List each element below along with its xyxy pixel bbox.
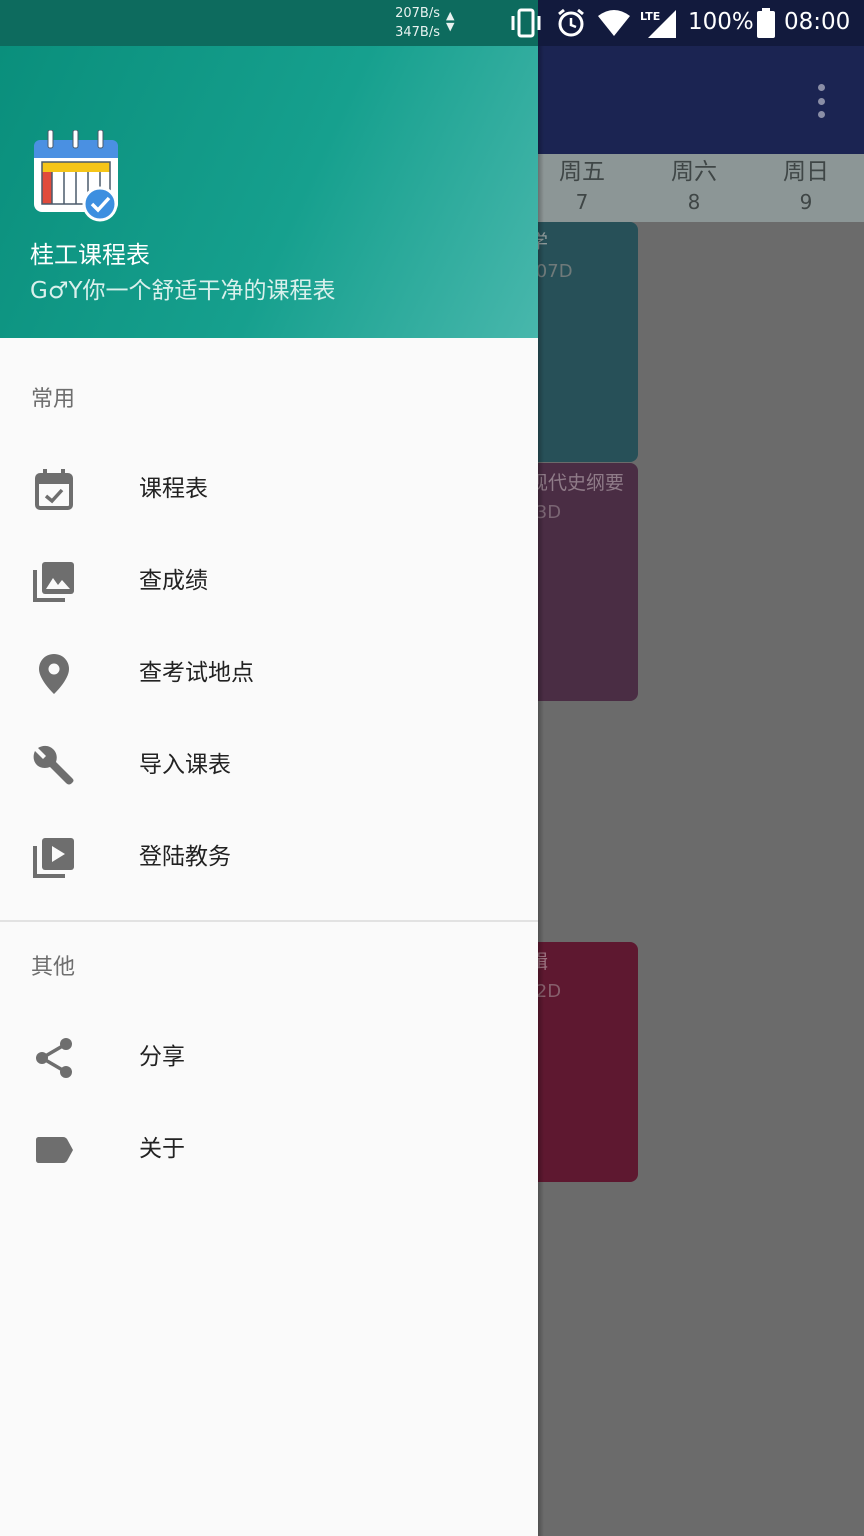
menu-item-exam-location[interactable]: 查考试地点 bbox=[0, 628, 538, 720]
label-tag-icon bbox=[36, 1137, 73, 1163]
navigation-drawer: 桂工课程表 G♂Y你一个舒适干净的课程表 常用 课程表 查成绩 查考试地点 导入… bbox=[0, 46, 538, 1536]
video-library-icon bbox=[33, 838, 74, 878]
menu-item-login[interactable]: 登陆教务 bbox=[0, 812, 538, 904]
share-icon bbox=[36, 1038, 72, 1078]
menu-item-timetable[interactable]: 课程表 bbox=[0, 444, 538, 536]
svg-text:LTE: LTE bbox=[640, 10, 660, 23]
menu-label: 登陆教务 bbox=[139, 844, 231, 870]
alarm-icon bbox=[558, 8, 584, 37]
signal-icon: LTE bbox=[640, 10, 676, 38]
menu-label: 查考试地点 bbox=[139, 660, 254, 686]
wifi-icon bbox=[598, 10, 630, 36]
section-divider bbox=[0, 920, 538, 922]
day-header-fri: 周五 7 bbox=[559, 159, 605, 214]
status-bar: 207B/s 347B/s ▲ ▼ LTE 100% 08:00 bbox=[0, 0, 864, 46]
menu-label: 分享 bbox=[139, 1044, 185, 1070]
clock: 08:00 bbox=[784, 9, 851, 35]
day-header-sun: 周日 9 bbox=[783, 159, 829, 214]
app-slogan: G♂Y你一个舒适干净的课程表 bbox=[30, 278, 336, 304]
wrench-icon bbox=[33, 745, 74, 785]
menu-item-share[interactable]: 分享 bbox=[0, 1012, 538, 1104]
section-title-common: 常用 bbox=[31, 387, 76, 412]
data-arrows-icon: ▲ ▼ bbox=[446, 9, 455, 33]
battery-icon bbox=[757, 8, 775, 38]
menu-item-about[interactable]: 关于 bbox=[0, 1104, 538, 1196]
battery-percent: 100% bbox=[688, 9, 754, 35]
drawer-header: 桂工课程表 G♂Y你一个舒适干净的课程表 bbox=[0, 46, 538, 338]
section-title-other: 其他 bbox=[31, 955, 76, 980]
more-options-icon[interactable] bbox=[812, 84, 830, 118]
menu-item-import[interactable]: 导入课表 bbox=[0, 720, 538, 812]
calendar-check-icon bbox=[35, 469, 73, 510]
menu-item-grades[interactable]: 查成绩 bbox=[0, 536, 538, 628]
menu-label: 课程表 bbox=[139, 476, 208, 502]
menu-label: 查成绩 bbox=[139, 568, 208, 594]
location-pin-icon bbox=[39, 654, 69, 694]
photo-library-icon bbox=[33, 562, 74, 602]
day-header-sat: 周六 8 bbox=[671, 159, 717, 214]
menu-label: 关于 bbox=[139, 1136, 185, 1162]
app-name: 桂工课程表 bbox=[30, 241, 150, 269]
vibrate-icon bbox=[511, 8, 541, 38]
menu-label: 导入课表 bbox=[139, 752, 231, 778]
app-logo-calendar-icon bbox=[34, 130, 118, 222]
drawer-shadow bbox=[538, 46, 544, 1536]
network-speed: 207B/s 347B/s bbox=[395, 6, 440, 40]
